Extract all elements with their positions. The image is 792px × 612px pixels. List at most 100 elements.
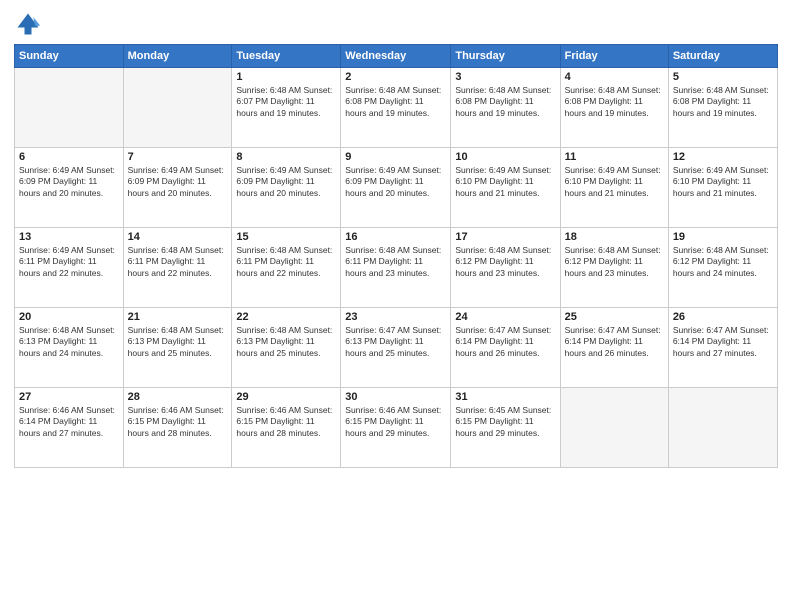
day-cell: 17Sunrise: 6:48 AM Sunset: 6:12 PM Dayli… bbox=[451, 228, 560, 308]
day-cell: 8Sunrise: 6:49 AM Sunset: 6:09 PM Daylig… bbox=[232, 148, 341, 228]
logo-icon bbox=[14, 10, 42, 38]
day-cell: 14 Sunrise: 6:48 AM Sunset: 6:11 PM Dayli… bbox=[123, 228, 232, 308]
calendar-table: SundayMondayTuesdayWednesdayThursdayFrid… bbox=[14, 44, 778, 468]
day-number: 11 bbox=[565, 151, 664, 163]
day-cell: 1Sunrise: 6:48 AM Sunset: 6:07 PM Daylig… bbox=[232, 68, 341, 148]
day-number: 14 bbox=[128, 231, 228, 243]
week-row-2: 13 Sunrise: 6:49 AM Sunset: 6:11 PM Dayli… bbox=[15, 228, 778, 308]
day-cell: 10 Sunrise: 6:49 AM Sunset: 6:10 PM Dayli… bbox=[451, 148, 560, 228]
day-detail: Sunrise: 6:48 AM Sunset: 6:11 PM Dayligh… bbox=[345, 245, 446, 279]
day-detail: Sunrise: 6:48 AM Sunset: 6:12 PM Dayligh… bbox=[673, 245, 773, 279]
day-cell: 19 Sunrise: 6:48 AM Sunset: 6:12 PM Dayli… bbox=[668, 228, 777, 308]
weekday-header-thursday: Thursday bbox=[451, 45, 560, 68]
day-cell: 28Sunrise: 6:46 AM Sunset: 6:15 PM Dayli… bbox=[123, 388, 232, 468]
day-number: 3 bbox=[455, 71, 555, 83]
day-number: 26 bbox=[673, 311, 773, 323]
day-cell: 20 Sunrise: 6:48 AM Sunset: 6:13 PM Dayli… bbox=[15, 308, 124, 388]
day-number: 27 bbox=[19, 391, 119, 403]
day-number: 10 bbox=[455, 151, 555, 163]
day-cell: 22 Sunrise: 6:48 AM Sunset: 6:13 PM Dayli… bbox=[232, 308, 341, 388]
day-detail: Sunrise: 6:45 AM Sunset: 6:15 PM Dayligh… bbox=[455, 405, 555, 439]
day-cell: 31 Sunrise: 6:45 AM Sunset: 6:15 PM Dayli… bbox=[451, 388, 560, 468]
day-cell: 9 Sunrise: 6:49 AM Sunset: 6:09 PM Daylig… bbox=[341, 148, 451, 228]
weekday-header-saturday: Saturday bbox=[668, 45, 777, 68]
day-detail: Sunrise: 6:46 AM Sunset: 6:15 PM Dayligh… bbox=[236, 405, 336, 439]
day-cell: 11 Sunrise: 6:49 AM Sunset: 6:10 PM Dayli… bbox=[560, 148, 668, 228]
weekday-header-tuesday: Tuesday bbox=[232, 45, 341, 68]
day-number: 2 bbox=[345, 71, 446, 83]
day-detail: Sunrise: 6:48 AM Sunset: 6:08 PM Dayligh… bbox=[455, 85, 555, 119]
day-detail: Sunrise: 6:48 AM Sunset: 6:12 PM Dayligh… bbox=[565, 245, 664, 279]
day-cell: 7 Sunrise: 6:49 AM Sunset: 6:09 PM Daylig… bbox=[123, 148, 232, 228]
day-cell: 5Sunrise: 6:48 AM Sunset: 6:08 PM Daylig… bbox=[668, 68, 777, 148]
day-number: 19 bbox=[673, 231, 773, 243]
day-number: 23 bbox=[345, 311, 446, 323]
day-cell: 29Sunrise: 6:46 AM Sunset: 6:15 PM Dayli… bbox=[232, 388, 341, 468]
day-cell: 3 Sunrise: 6:48 AM Sunset: 6:08 PM Daylig… bbox=[451, 68, 560, 148]
day-number: 13 bbox=[19, 231, 119, 243]
day-cell: 6 Sunrise: 6:49 AM Sunset: 6:09 PM Daylig… bbox=[15, 148, 124, 228]
day-cell: 13 Sunrise: 6:49 AM Sunset: 6:11 PM Dayli… bbox=[15, 228, 124, 308]
day-cell bbox=[560, 388, 668, 468]
day-detail: Sunrise: 6:47 AM Sunset: 6:13 PM Dayligh… bbox=[345, 325, 446, 359]
day-number: 12 bbox=[673, 151, 773, 163]
week-row-4: 27Sunrise: 6:46 AM Sunset: 6:14 PM Dayli… bbox=[15, 388, 778, 468]
day-cell: 12Sunrise: 6:49 AM Sunset: 6:10 PM Dayli… bbox=[668, 148, 777, 228]
calendar-header: SundayMondayTuesdayWednesdayThursdayFrid… bbox=[15, 45, 778, 68]
weekday-header-monday: Monday bbox=[123, 45, 232, 68]
day-cell bbox=[668, 388, 777, 468]
day-cell bbox=[15, 68, 124, 148]
day-detail: Sunrise: 6:48 AM Sunset: 6:11 PM Dayligh… bbox=[128, 245, 228, 279]
day-number: 16 bbox=[345, 231, 446, 243]
day-cell: 2 Sunrise: 6:48 AM Sunset: 6:08 PM Daylig… bbox=[341, 68, 451, 148]
day-number: 21 bbox=[128, 311, 228, 323]
day-detail: Sunrise: 6:49 AM Sunset: 6:10 PM Dayligh… bbox=[565, 165, 664, 199]
day-number: 31 bbox=[455, 391, 555, 403]
day-detail: Sunrise: 6:49 AM Sunset: 6:09 PM Dayligh… bbox=[19, 165, 119, 199]
day-cell: 27Sunrise: 6:46 AM Sunset: 6:14 PM Dayli… bbox=[15, 388, 124, 468]
day-detail: Sunrise: 6:48 AM Sunset: 6:08 PM Dayligh… bbox=[345, 85, 446, 119]
day-cell bbox=[123, 68, 232, 148]
day-detail: Sunrise: 6:49 AM Sunset: 6:09 PM Dayligh… bbox=[345, 165, 446, 199]
day-cell: 4 Sunrise: 6:48 AM Sunset: 6:08 PM Daylig… bbox=[560, 68, 668, 148]
day-number: 30 bbox=[345, 391, 446, 403]
weekday-header-wednesday: Wednesday bbox=[341, 45, 451, 68]
day-number: 7 bbox=[128, 151, 228, 163]
day-number: 22 bbox=[236, 311, 336, 323]
day-detail: Sunrise: 6:49 AM Sunset: 6:11 PM Dayligh… bbox=[19, 245, 119, 279]
day-number: 6 bbox=[19, 151, 119, 163]
day-detail: Sunrise: 6:48 AM Sunset: 6:13 PM Dayligh… bbox=[236, 325, 336, 359]
day-detail: Sunrise: 6:48 AM Sunset: 6:13 PM Dayligh… bbox=[19, 325, 119, 359]
day-number: 1 bbox=[236, 71, 336, 83]
day-detail: Sunrise: 6:49 AM Sunset: 6:10 PM Dayligh… bbox=[455, 165, 555, 199]
day-number: 20 bbox=[19, 311, 119, 323]
day-cell: 18 Sunrise: 6:48 AM Sunset: 6:12 PM Dayli… bbox=[560, 228, 668, 308]
day-detail: Sunrise: 6:48 AM Sunset: 6:11 PM Dayligh… bbox=[236, 245, 336, 279]
day-number: 15 bbox=[236, 231, 336, 243]
day-detail: Sunrise: 6:48 AM Sunset: 6:08 PM Dayligh… bbox=[565, 85, 664, 119]
day-cell: 21 Sunrise: 6:48 AM Sunset: 6:13 PM Dayli… bbox=[123, 308, 232, 388]
day-detail: Sunrise: 6:48 AM Sunset: 6:13 PM Dayligh… bbox=[128, 325, 228, 359]
day-cell: 26Sunrise: 6:47 AM Sunset: 6:14 PM Dayli… bbox=[668, 308, 777, 388]
day-number: 5 bbox=[673, 71, 773, 83]
day-number: 18 bbox=[565, 231, 664, 243]
weekday-header-sunday: Sunday bbox=[15, 45, 124, 68]
day-number: 25 bbox=[565, 311, 664, 323]
day-cell: 25 Sunrise: 6:47 AM Sunset: 6:14 PM Dayli… bbox=[560, 308, 668, 388]
week-row-0: 1Sunrise: 6:48 AM Sunset: 6:07 PM Daylig… bbox=[15, 68, 778, 148]
day-detail: Sunrise: 6:47 AM Sunset: 6:14 PM Dayligh… bbox=[455, 325, 555, 359]
calendar-body: 1Sunrise: 6:48 AM Sunset: 6:07 PM Daylig… bbox=[15, 68, 778, 468]
week-row-1: 6 Sunrise: 6:49 AM Sunset: 6:09 PM Daylig… bbox=[15, 148, 778, 228]
day-number: 9 bbox=[345, 151, 446, 163]
weekday-header-friday: Friday bbox=[560, 45, 668, 68]
day-detail: Sunrise: 6:49 AM Sunset: 6:09 PM Dayligh… bbox=[236, 165, 336, 199]
day-number: 17 bbox=[455, 231, 555, 243]
logo bbox=[14, 10, 46, 38]
day-detail: Sunrise: 6:49 AM Sunset: 6:09 PM Dayligh… bbox=[128, 165, 228, 199]
day-number: 4 bbox=[565, 71, 664, 83]
day-detail: Sunrise: 6:47 AM Sunset: 6:14 PM Dayligh… bbox=[565, 325, 664, 359]
day-cell: 30Sunrise: 6:46 AM Sunset: 6:15 PM Dayli… bbox=[341, 388, 451, 468]
week-row-3: 20 Sunrise: 6:48 AM Sunset: 6:13 PM Dayli… bbox=[15, 308, 778, 388]
header bbox=[14, 10, 778, 38]
day-cell: 24Sunrise: 6:47 AM Sunset: 6:14 PM Dayli… bbox=[451, 308, 560, 388]
